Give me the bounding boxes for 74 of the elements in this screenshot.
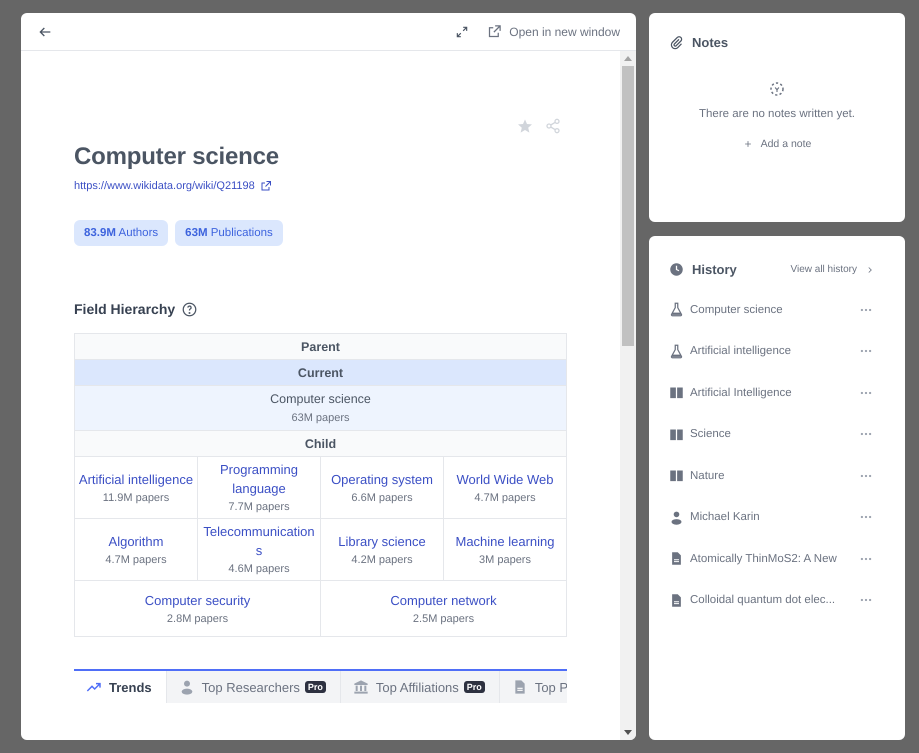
scroll-up-arrow[interactable] bbox=[624, 56, 632, 61]
field-link[interactable]: World Wide Web bbox=[456, 470, 554, 488]
scrollbar[interactable] bbox=[620, 51, 636, 740]
history-item[interactable]: Michael Karin bbox=[690, 511, 853, 524]
share-icon[interactable] bbox=[545, 118, 561, 134]
external-link-icon bbox=[260, 180, 272, 192]
paper-count: 4.6M papers bbox=[227, 562, 291, 577]
plus-icon bbox=[742, 139, 753, 149]
clock-icon bbox=[669, 262, 684, 277]
paper-count: 2.5M papers bbox=[412, 612, 476, 626]
paper-count: 6.6M papers bbox=[350, 490, 414, 506]
view-all-link[interactable]: View all history bbox=[790, 264, 875, 275]
history-item[interactable]: Computer science bbox=[690, 304, 853, 316]
table-header-cell: Parent bbox=[74, 334, 566, 360]
empty-message: There are no notes written yet. bbox=[699, 108, 855, 120]
external-link-icon bbox=[487, 24, 502, 39]
expand-button[interactable] bbox=[455, 24, 470, 38]
field-link[interactable]: Machine learning bbox=[455, 532, 554, 550]
stat-chip: 63M Publications bbox=[175, 220, 283, 246]
wikidata-link[interactable]: https://www.wikidata.org/wiki/Q21198 bbox=[74, 180, 272, 192]
empty-notes-icon bbox=[768, 80, 786, 98]
table-header-cell: Child bbox=[74, 430, 566, 456]
document-icon bbox=[669, 551, 684, 566]
document-icon bbox=[669, 592, 684, 608]
field-link[interactable]: Artificial intelligence bbox=[78, 470, 194, 488]
field-link[interactable]: Library science bbox=[338, 532, 426, 550]
paper-count: 63M papers bbox=[290, 411, 351, 426]
tab[interactable]: Top Researchers Pro bbox=[166, 671, 341, 703]
paper-count: 2.8M papers bbox=[166, 612, 230, 626]
card-title: History bbox=[692, 262, 737, 277]
field-link[interactable]: Algorithm bbox=[108, 532, 164, 550]
page-title: Computer science bbox=[74, 143, 280, 171]
paper-count: 3M papers bbox=[478, 552, 532, 568]
pro-badge: Pro bbox=[464, 681, 485, 693]
paperclip-icon bbox=[669, 35, 684, 50]
field-link[interactable]: Computer security bbox=[144, 590, 250, 610]
paper-count: 11.9M papers bbox=[102, 490, 170, 506]
field-name: Computer science bbox=[270, 391, 371, 408]
scrollbar-thumb[interactable] bbox=[622, 66, 634, 346]
history-item[interactable]: Artificial intelligence bbox=[690, 345, 853, 358]
paper-count: 4.7M papers bbox=[104, 552, 168, 568]
history-item[interactable]: Colloidal quantum dot elec... bbox=[690, 594, 853, 606]
person-icon bbox=[178, 679, 195, 695]
add-note-button[interactable]: Add a note bbox=[742, 138, 812, 150]
history-item[interactable]: Artificial Intelligence bbox=[690, 386, 853, 399]
field-link[interactable]: Programming language bbox=[201, 460, 317, 498]
history-item[interactable]: Atomically ThinMoS2: A New bbox=[690, 552, 853, 565]
stat-chip: 83.9M Authors bbox=[74, 220, 168, 246]
field-link[interactable]: Telecommunications bbox=[201, 522, 317, 560]
field-link[interactable]: Operating system bbox=[331, 470, 433, 488]
flask-icon bbox=[669, 302, 684, 318]
help-icon[interactable] bbox=[182, 302, 198, 316]
open-new-window-button[interactable]: Open in new window bbox=[487, 24, 620, 39]
paper-count: 4.7M papers bbox=[473, 490, 537, 506]
pro-badge: Pro bbox=[304, 681, 326, 693]
flask-icon bbox=[669, 344, 684, 359]
person-icon bbox=[669, 510, 684, 525]
table-header-cell: Current bbox=[74, 360, 566, 386]
tab[interactable]: Top P bbox=[500, 671, 567, 703]
card-title: Notes bbox=[692, 35, 728, 50]
field-link[interactable]: Computer network bbox=[390, 590, 497, 610]
book-icon bbox=[669, 385, 684, 400]
book-icon bbox=[669, 426, 684, 442]
book-icon bbox=[669, 468, 684, 484]
scroll-down-arrow[interactable] bbox=[624, 730, 632, 735]
building-icon bbox=[352, 679, 369, 695]
paper-count: 7.7M papers bbox=[227, 500, 291, 515]
section-title: Field Hierarchy bbox=[74, 301, 176, 317]
expand-icon bbox=[455, 24, 470, 38]
star-icon[interactable] bbox=[517, 118, 533, 134]
paper-count: 4.2M papers bbox=[350, 552, 414, 568]
history-item[interactable]: Science bbox=[690, 428, 853, 440]
tab[interactable]: Top Affiliations Pro bbox=[340, 671, 500, 703]
history-item[interactable]: Nature bbox=[690, 470, 853, 482]
